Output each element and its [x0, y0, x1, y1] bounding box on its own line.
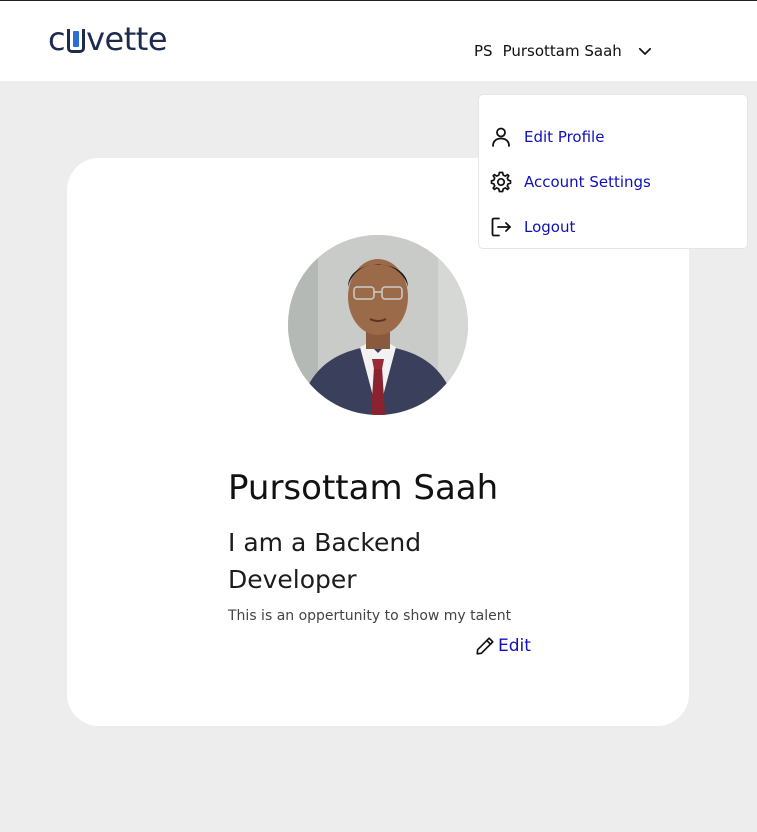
user-menu-toggle[interactable]: PS Pursottam Saah [474, 37, 654, 65]
menu-item-edit-profile[interactable]: Edit Profile [489, 122, 604, 152]
logout-icon [491, 217, 511, 237]
logo-text-start: c [48, 20, 66, 58]
chevron-down-icon [638, 47, 651, 55]
cuvette-logo[interactable]: c vette [48, 19, 167, 59]
avatar-photo [288, 235, 468, 415]
profile-name: Pursottam Saah [228, 468, 499, 508]
edit-label: Edit [498, 636, 531, 656]
edit-profile-button[interactable]: Edit [474, 635, 531, 657]
user-icon [492, 127, 510, 147]
menu-item-label: Edit Profile [524, 128, 605, 146]
gear-icon [490, 171, 512, 193]
logo-text-end: vette [86, 20, 167, 58]
profile-avatar [288, 235, 468, 415]
profile-bio: This is an oppertunity to show my talent [228, 608, 512, 624]
user-name: Pursottam Saah [502, 42, 622, 60]
profile-headline: I am a Backend Developer [228, 528, 422, 594]
pencil-icon [476, 637, 494, 655]
menu-item-label: Account Settings [524, 173, 651, 191]
menu-item-account-settings[interactable]: Account Settings [489, 167, 651, 197]
user-dropdown-menu: Edit Profile Account Settings Logout [478, 94, 748, 249]
top-navbar: c vette PS Pursottam Saah [0, 0, 757, 81]
logo-mark-icon [67, 29, 86, 53]
menu-item-label: Logout [524, 218, 576, 236]
menu-item-logout[interactable]: Logout [489, 212, 575, 242]
user-initials: PS [474, 42, 493, 60]
